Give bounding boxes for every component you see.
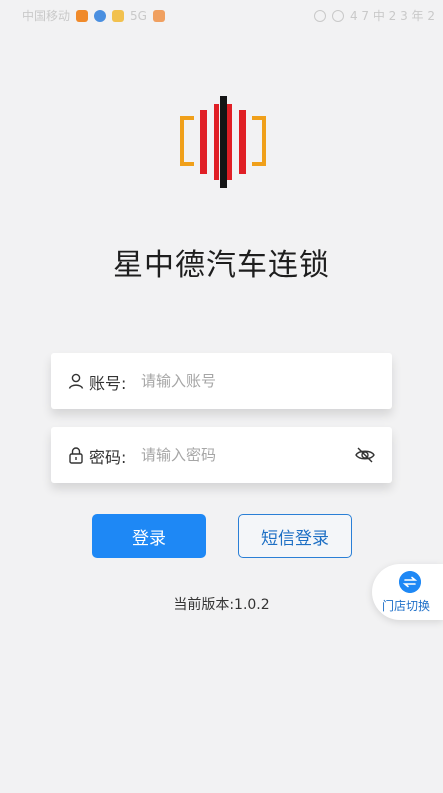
app-notification-icon	[76, 9, 89, 22]
logo-left-bracket	[180, 116, 194, 166]
swap-icon	[399, 571, 421, 593]
logo-center-bar	[220, 96, 227, 188]
message-notification-icon	[112, 9, 125, 22]
vibrate-icon	[331, 9, 344, 22]
user-icon	[68, 373, 84, 389]
logo-right-red-bar	[239, 110, 246, 174]
status-right-text: 4 7 中 2 3 年 2	[349, 9, 435, 23]
logo-inner-right-bar	[227, 104, 232, 180]
login-button[interactable]: 登录	[92, 514, 206, 558]
chat-notification-icon	[152, 9, 165, 22]
logo-inner-left-bar	[214, 104, 219, 180]
account-field[interactable]: 账号:	[51, 353, 392, 409]
browser-notification-icon	[94, 9, 107, 22]
eye-off-icon[interactable]	[354, 444, 376, 466]
brand-logo	[180, 96, 266, 188]
carrier-text: 中国移动	[22, 9, 71, 23]
logo-left-red-bar	[200, 110, 207, 174]
app-title: 星中德汽车连锁	[113, 248, 330, 283]
sms-login-button[interactable]: 短信登录	[238, 514, 352, 558]
alarm-icon	[313, 9, 326, 22]
logo-right-bracket	[252, 116, 266, 166]
account-input[interactable]	[141, 365, 341, 397]
lock-icon	[69, 447, 83, 464]
status-bar: 中国移动 5G 4 7 中 2 3 年 2	[0, 0, 443, 30]
password-label: 密码:	[89, 448, 127, 467]
network-type-text: 5G	[130, 8, 147, 23]
password-field[interactable]: 密码:	[51, 427, 392, 483]
status-bar-left: 中国移动 5G	[22, 7, 165, 24]
account-label: 账号:	[89, 374, 127, 393]
store-switch-label: 门店切换	[382, 599, 431, 613]
password-input[interactable]	[141, 439, 341, 471]
status-bar-right: 4 7 中 2 3 年 2	[313, 7, 435, 24]
store-switch-button[interactable]: 门店切换	[372, 564, 443, 620]
